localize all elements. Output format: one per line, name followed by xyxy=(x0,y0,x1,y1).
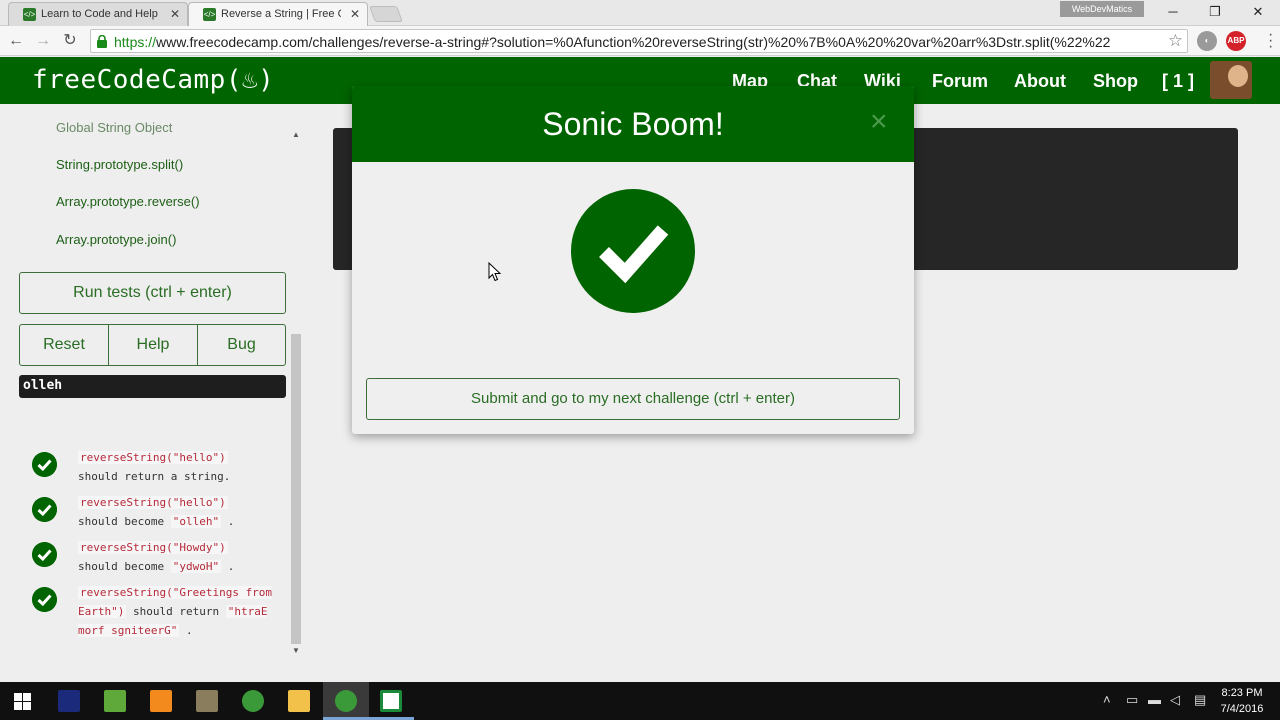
test-pass-check-icon xyxy=(32,452,57,477)
tab-learn-to-code[interactable]: </> Learn to Code and Help N ✕ xyxy=(8,2,188,26)
visual-studio-icon[interactable] xyxy=(58,690,80,712)
adblock-plus-icon[interactable]: ABP xyxy=(1226,31,1246,51)
tab-title: Learn to Code and Help N xyxy=(41,8,161,20)
fcc-favicon-icon: </> xyxy=(203,8,216,21)
reload-icon[interactable]: ↻ xyxy=(59,30,81,52)
help-button[interactable]: Help xyxy=(108,324,198,366)
scroll-up-arrow-icon[interactable]: ▲ xyxy=(292,130,300,139)
bookmark-star-icon[interactable]: ☆ xyxy=(1168,31,1183,51)
tab-reverse-a-string[interactable]: </> Reverse a String | Free Co ✕ xyxy=(188,2,368,27)
flame-icon: ♨ xyxy=(242,65,259,95)
mouse-cursor-icon xyxy=(488,262,502,282)
new-tab-button[interactable] xyxy=(369,6,403,22)
output-console: olleh xyxy=(19,375,286,398)
reference-link[interactable]: Array.prototype.join() xyxy=(56,232,176,247)
test-pass-check-icon xyxy=(32,587,57,612)
close-tab-icon[interactable]: ✕ xyxy=(170,7,180,21)
forward-icon[interactable]: → xyxy=(32,30,54,52)
system-clock[interactable]: 8:23 PM 7/4/2016 xyxy=(1212,685,1272,717)
tab-title: Reverse a String | Free Co xyxy=(221,8,341,20)
chrome-icon[interactable] xyxy=(335,690,357,712)
reset-button[interactable]: Reset xyxy=(19,324,109,366)
nav-brownie-points[interactable]: [ 1 ] xyxy=(1162,71,1194,92)
reference-link[interactable]: Array.prototype.reverse() xyxy=(56,194,200,209)
notepad-icon[interactable] xyxy=(104,690,126,712)
restore-icon[interactable]: ❐ xyxy=(1195,2,1235,22)
action-center-icon[interactable]: ▤ xyxy=(1194,692,1206,708)
test-text: reverseString("Greetings from Earth") sh… xyxy=(78,586,273,637)
challenge-sidebar: Global String Object String.prototype.sp… xyxy=(0,104,304,682)
camtasia-icon[interactable] xyxy=(380,690,402,712)
browser-tabstrip: </> Learn to Code and Help N ✕ </> Rever… xyxy=(0,0,1280,27)
nav-forum[interactable]: Forum xyxy=(932,71,988,92)
modal-title: Sonic Boom! xyxy=(542,106,724,142)
browser-toolbar: ← → ↻ https://www.freecodecamp.com/chall… xyxy=(0,26,1280,56)
bug-button[interactable]: Bug xyxy=(197,324,286,366)
volume-icon[interactable]: ◁ xyxy=(1170,692,1180,708)
profile-badge[interactable]: WebDevMatics xyxy=(1060,1,1144,17)
user-avatar[interactable] xyxy=(1210,61,1252,99)
test-pass-check-icon xyxy=(32,542,57,567)
address-bar[interactable]: https://www.freecodecamp.com/challenges/… xyxy=(90,29,1188,53)
app-icon[interactable] xyxy=(150,690,172,712)
url-text: https://www.freecodecamp.com/challenges/… xyxy=(114,34,1111,50)
file-explorer-icon[interactable] xyxy=(288,690,310,712)
minimize-icon[interactable]: ─ xyxy=(1153,2,1193,22)
test-text: reverseString("Howdy") should become "ydw… xyxy=(78,541,235,573)
nav-shop[interactable]: Shop xyxy=(1093,71,1138,92)
scrollbar-thumb[interactable] xyxy=(291,334,301,644)
reference-link[interactable]: String.prototype.split() xyxy=(56,157,183,172)
run-tests-button[interactable]: Run tests (ctrl + enter) xyxy=(19,272,286,314)
fcc-logo[interactable]: freeCodeCamp(♨) xyxy=(32,65,274,95)
extension-icon[interactable]: ◐ xyxy=(1197,31,1217,51)
app-icon[interactable] xyxy=(196,690,218,712)
chrome-icon[interactable] xyxy=(242,690,264,712)
tray-expand-icon[interactable]: ˄ xyxy=(1103,692,1111,707)
close-window-icon[interactable]: ✕ xyxy=(1238,2,1278,22)
submit-next-challenge-button[interactable]: Submit and go to my next challenge (ctrl… xyxy=(366,378,900,420)
lock-icon xyxy=(97,35,107,48)
modal-header: Sonic Boom! × xyxy=(352,86,914,162)
network-icon[interactable]: ▭ xyxy=(1126,692,1138,708)
test-pass-check-icon xyxy=(32,497,57,522)
nav-about[interactable]: About xyxy=(1014,71,1066,92)
test-text: reverseString("hello") should become "oll… xyxy=(78,496,235,528)
windows-start-icon[interactable] xyxy=(14,693,31,710)
back-icon[interactable]: ← xyxy=(5,30,27,52)
modal-close-icon[interactable]: × xyxy=(870,104,888,140)
scroll-down-arrow-icon[interactable]: ▼ xyxy=(292,646,300,655)
test-text: reverseString("hello") should return a st… xyxy=(78,451,231,483)
battery-icon[interactable]: ▬ xyxy=(1148,692,1161,707)
chrome-menu-icon[interactable]: · · · xyxy=(1268,27,1273,55)
fcc-favicon-icon: </> xyxy=(23,8,36,21)
success-checkmark-icon xyxy=(571,189,695,313)
close-tab-icon[interactable]: ✕ xyxy=(350,7,360,21)
windows-taskbar: ˄ ▭ ▬ ◁ ▤ 8:23 PM 7/4/2016 xyxy=(0,682,1280,720)
reference-link[interactable]: Global String Object xyxy=(56,120,172,135)
success-modal: Sonic Boom! × Submit and go to my next c… xyxy=(352,86,914,434)
